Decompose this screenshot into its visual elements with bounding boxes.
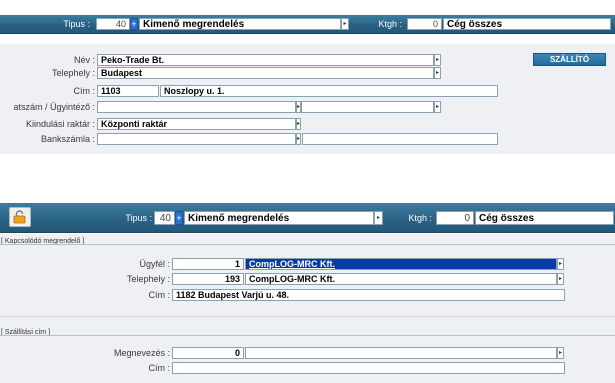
top-bank-field-1[interactable] — [97, 133, 296, 145]
bottom-form-panel — [0, 234, 615, 383]
bottom-telephely-field[interactable]: CompLOG-MRC Kft. — [245, 273, 557, 285]
bottom-telephely-dropdown-icon[interactable]: ▸ — [557, 273, 564, 285]
top-telephely-field[interactable]: Budapest — [97, 67, 434, 79]
section-divider — [0, 316, 615, 317]
top-telephely-dropdown-icon[interactable]: ▸ — [434, 67, 441, 79]
bottom-cim-label: Cím : — [148, 290, 171, 300]
top-ktgh-value[interactable]: Cég összes — [443, 18, 611, 30]
megnevezes-field[interactable] — [245, 347, 557, 359]
bottom-ktgh-value[interactable]: Cég összes — [475, 211, 614, 225]
lock-button[interactable] — [9, 207, 31, 227]
bottom-tipus-number[interactable]: 40 — [154, 211, 175, 225]
top-raktar-field[interactable]: Központi raktár — [97, 118, 296, 130]
top-tipus-value[interactable]: Kimenő megrendelés — [139, 18, 341, 30]
top-cim-label: Cím : — [73, 86, 96, 96]
top-telephely-label: Telephely : — [51, 68, 95, 78]
top-raktar-dropdown-icon[interactable]: ▸ — [296, 118, 301, 130]
bottom-tipus-label: Tipus : — [125, 213, 152, 223]
top-kapcsolat-field-2[interactable] — [301, 101, 434, 113]
top-tipus-dropdown-icon[interactable]: ▸ — [341, 18, 349, 30]
kapcsolodo-divider — [0, 244, 615, 245]
top-bank-dropdown-icon[interactable]: ▸ — [296, 133, 301, 145]
bottom-ktgh-label: Ktgh : — [408, 213, 432, 223]
top-ktgh-label: Ktgh : — [378, 19, 402, 29]
lock-icon — [13, 210, 26, 224]
bottom-tipus-plus-icon[interactable]: + — [175, 211, 183, 225]
ugyfel-number[interactable]: 1 — [172, 258, 244, 270]
szallito-button[interactable]: SZÁLLÍTÓ — [533, 53, 606, 66]
bottom-telephely-number[interactable]: 193 — [172, 273, 244, 285]
megnevezes-dropdown-icon[interactable]: ▸ — [557, 347, 564, 359]
top-raktar-label: Kiindulási raktár : — [25, 119, 95, 129]
szallitasi-cim-label: Cím : — [148, 363, 171, 373]
top-kapcsolat-dropdown-icon-2[interactable]: ▸ — [434, 101, 441, 113]
bottom-ktgh-number[interactable]: 0 — [436, 211, 474, 225]
bottom-tipus-value[interactable]: Kimenő megrendelés — [184, 211, 374, 225]
ugyfel-label: Ügyfél : — [139, 259, 170, 269]
top-cim-zip-field[interactable]: 1103 — [97, 85, 159, 97]
top-cim-street-field[interactable]: Noszlopy u. 1. — [160, 85, 498, 97]
top-nev-label: Név : — [73, 55, 95, 65]
bottom-telephely-label: Telephely : — [126, 274, 170, 284]
top-bank-label: Bankszámla : — [40, 134, 95, 144]
ugyfel-field[interactable]: CompLOG-MRC Kft. — [245, 258, 557, 270]
megnevezes-number[interactable]: 0 — [172, 347, 244, 359]
top-kapcsolat-field-1[interactable] — [97, 101, 296, 113]
bottom-cim-field[interactable]: 1182 Budapest Varjú u. 48. — [172, 289, 565, 301]
top-tipus-number[interactable]: 40 — [96, 18, 130, 30]
bottom-tipus-dropdown-icon[interactable]: ▸ — [374, 211, 383, 225]
top-ktgh-number[interactable]: 0 — [407, 18, 442, 30]
megnevezes-label: Megnevezés : — [113, 348, 170, 358]
szallitasi-cim-field[interactable] — [172, 362, 565, 374]
top-nev-field[interactable]: Peko-Trade Bt. — [97, 54, 434, 66]
top-kapcsolat-label: atszám / Ügyintéző : — [13, 102, 95, 112]
ugyfel-dropdown-icon[interactable]: ▸ — [557, 258, 564, 270]
top-tipus-plus-icon[interactable]: + — [130, 18, 138, 30]
top-bank-field-2[interactable] — [302, 133, 498, 145]
top-tipus-label: Tipus : — [63, 19, 90, 29]
szallitasi-divider — [0, 335, 615, 336]
top-nev-dropdown-icon[interactable]: ▸ — [434, 54, 441, 66]
